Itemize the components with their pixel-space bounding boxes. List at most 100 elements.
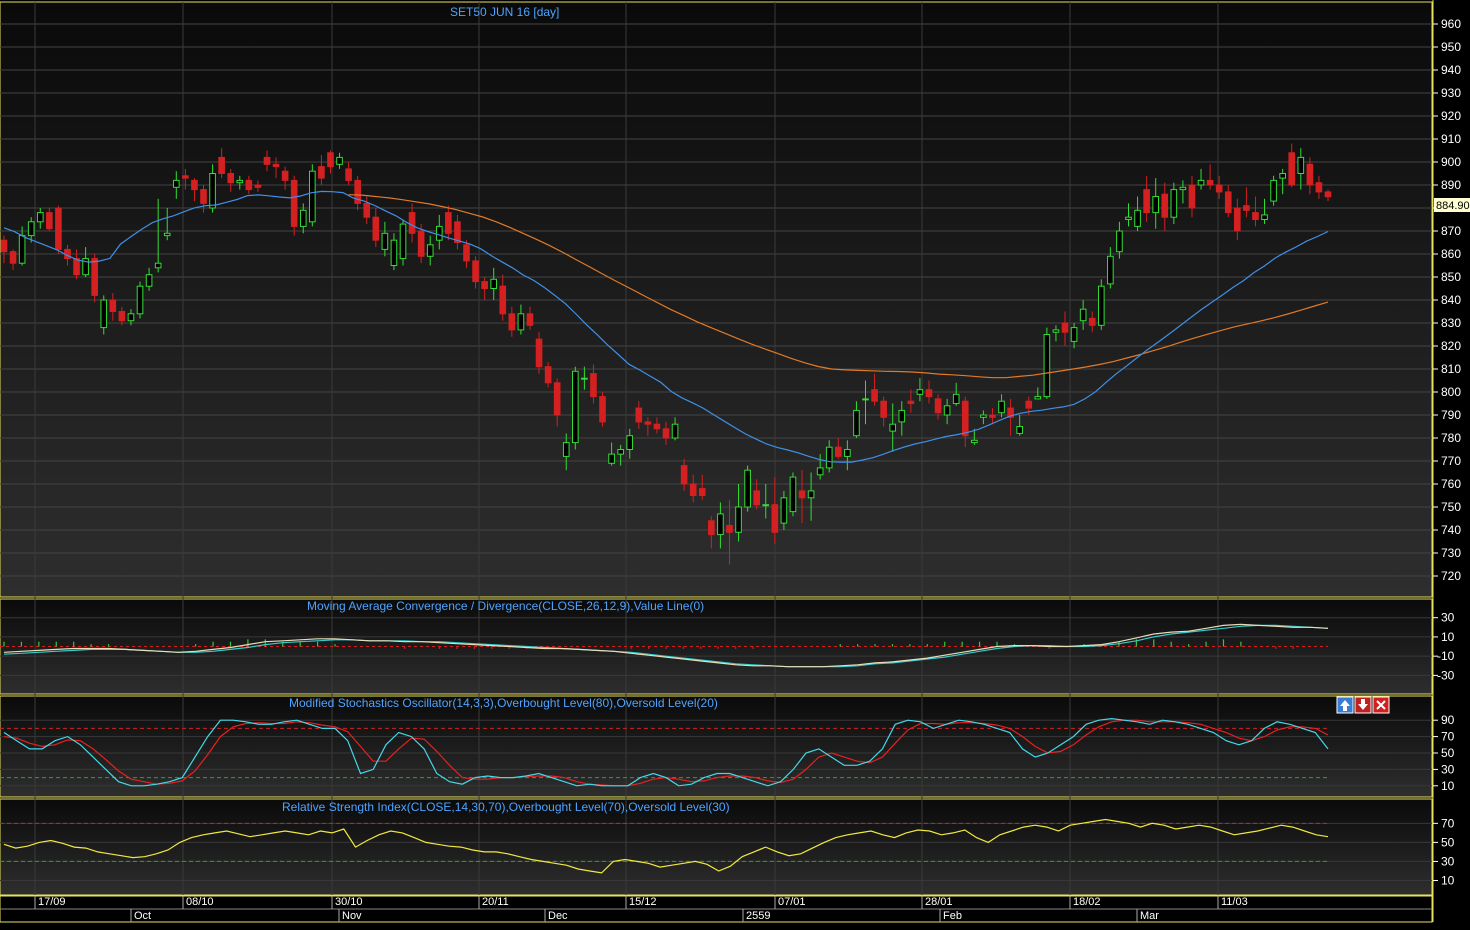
candle-up xyxy=(435,225,443,241)
stochastics-tick-label: 50 xyxy=(1441,746,1455,760)
last-value-label: 884.90 xyxy=(1436,200,1470,212)
candle-up xyxy=(889,423,897,432)
candle-up xyxy=(309,170,316,223)
time-tick-label: 30/10 xyxy=(335,896,363,908)
candle-down xyxy=(1188,184,1196,209)
price-tick-label: 850 xyxy=(1441,270,1461,284)
candle-down xyxy=(1288,152,1296,186)
candle-up xyxy=(299,209,307,227)
candle-down xyxy=(771,504,779,533)
candle-up xyxy=(943,405,951,416)
candle-down xyxy=(254,184,262,188)
price-tick-label: 950 xyxy=(1441,40,1461,54)
candle-up xyxy=(154,262,162,269)
candle-down xyxy=(1243,205,1250,211)
candle-down xyxy=(109,299,117,312)
candle-up xyxy=(100,299,108,329)
stochastics-panel-title: Modified Stochastics Oscillator(14,3,3),… xyxy=(289,696,718,710)
candle-up xyxy=(1270,179,1277,202)
candle-down xyxy=(200,189,207,204)
candle-down xyxy=(227,173,235,184)
candle-down xyxy=(91,258,98,296)
candle-down xyxy=(363,202,371,218)
candle-down xyxy=(1215,184,1223,193)
candle-up xyxy=(1125,216,1132,220)
price-chart-title: SET50 JUN 16 [day] xyxy=(450,5,559,19)
candle-down xyxy=(708,520,715,536)
price-tick-label: 920 xyxy=(1441,109,1461,123)
candle-up xyxy=(807,490,815,499)
stochastics-tick-label: 70 xyxy=(1441,730,1455,744)
price-tick-label: 930 xyxy=(1441,86,1461,100)
candle-down xyxy=(372,216,380,241)
candle-up xyxy=(617,449,624,455)
candle-up xyxy=(236,179,244,184)
candle-down xyxy=(653,423,661,430)
close-panel-button[interactable] xyxy=(1372,696,1390,714)
price-tick-label: 770 xyxy=(1441,454,1461,468)
candle-down xyxy=(1315,182,1323,193)
candle-up xyxy=(626,435,634,451)
candle-down xyxy=(934,398,942,414)
price-tick-label: 780 xyxy=(1441,431,1461,445)
candle-up xyxy=(209,173,216,209)
price-tick-label: 730 xyxy=(1441,546,1461,560)
candle-up xyxy=(1070,327,1078,342)
candle-down xyxy=(318,166,325,179)
candle-down xyxy=(272,163,280,168)
candle-up xyxy=(1107,255,1114,285)
candle-up xyxy=(762,504,770,507)
candle-up xyxy=(1079,308,1087,322)
candle-up xyxy=(952,393,960,404)
candle-up xyxy=(27,221,35,237)
candle-down xyxy=(961,400,969,437)
candle-down xyxy=(680,465,688,485)
candle-up xyxy=(517,313,525,331)
candle-up xyxy=(336,156,343,165)
candle-down xyxy=(218,156,225,174)
candle-down xyxy=(1252,212,1259,221)
chart-svg: 9609509409309209109008908808708608508408… xyxy=(0,0,1470,925)
candle-down xyxy=(281,170,289,181)
move-panel-up-button[interactable] xyxy=(1336,696,1354,714)
candle-up xyxy=(1297,156,1305,174)
price-tick-label: 800 xyxy=(1441,385,1461,399)
price-tick-label: 750 xyxy=(1441,500,1461,514)
candle-down xyxy=(499,285,507,315)
candle-down xyxy=(644,421,652,425)
candle-down xyxy=(463,244,470,262)
price-tick-label: 740 xyxy=(1441,523,1461,537)
candle-down xyxy=(689,483,697,496)
candle-down xyxy=(1234,207,1241,232)
stochastics-tick-label: 10 xyxy=(1441,779,1455,793)
candle-up xyxy=(998,400,1005,414)
candle-up xyxy=(1279,173,1286,179)
candle-up xyxy=(980,414,987,418)
candle-up xyxy=(789,476,797,513)
rsi-tick-label: 70 xyxy=(1441,816,1455,830)
candle-down xyxy=(834,446,842,457)
move-panel-down-button[interactable] xyxy=(1354,696,1372,714)
month-tick-label: Mar xyxy=(1140,910,1159,922)
candle-up xyxy=(844,449,851,457)
price-tick-label: 840 xyxy=(1441,293,1461,307)
candle-down xyxy=(508,313,516,331)
price-tick-label: 870 xyxy=(1441,224,1461,238)
candle-down xyxy=(0,239,8,253)
rsi-tick-label: 50 xyxy=(1441,835,1455,849)
candle-down xyxy=(445,212,452,234)
candle-up xyxy=(399,223,407,260)
candle-down xyxy=(472,260,479,283)
price-tick-label: 720 xyxy=(1441,569,1461,583)
candle-up xyxy=(1097,285,1105,326)
candle-up xyxy=(562,442,570,457)
candle-up xyxy=(862,398,869,401)
candle-down xyxy=(590,373,597,398)
candle-up xyxy=(735,506,742,533)
candle-down xyxy=(1224,191,1232,214)
candle-down xyxy=(526,313,534,326)
candle-up xyxy=(390,239,398,266)
month-tick-label: Dec xyxy=(548,910,568,922)
price-tick-label: 910 xyxy=(1441,132,1461,146)
candle-up xyxy=(381,232,389,250)
